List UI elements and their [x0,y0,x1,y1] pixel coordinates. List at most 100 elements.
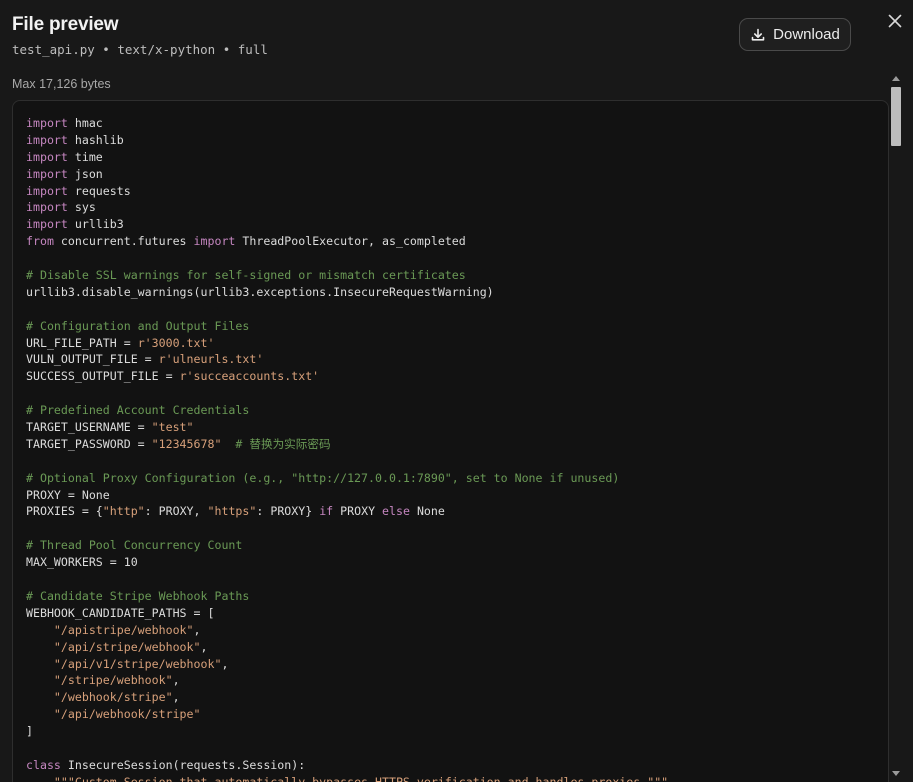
code-token: r'succeaccounts.txt' [179,369,320,384]
code-token: "/api/v1/stripe/webhook" [53,656,222,671]
download-button[interactable]: Download [739,18,851,51]
scrollbar[interactable] [890,76,902,782]
code-line: import hmac [26,115,668,132]
close-button[interactable] [884,12,906,34]
code-content: import hmac import hashlib import time impo… [26,115,668,782]
code-token: MAX_WORKERS = 10 [26,555,138,570]
code-token: import [26,183,68,198]
code-token: "http" [102,504,145,519]
code-token: SUCCESS_OUTPUT_FILE = [26,369,180,384]
code-line: "/api/webhook/stripe" [26,706,668,723]
code-token: urllib3.disable_warnings(urllib3.excepti… [26,284,494,299]
code-token: concurrent.futures [53,234,194,249]
code-line: import sys [26,199,668,216]
scroll-down-arrow-icon[interactable] [892,771,900,776]
code-line: urllib3.disable_warnings(urllib3.excepti… [26,284,668,301]
code-token: ] [26,724,33,739]
code-line: import requests [26,183,668,200]
code-line: import urllib3 [26,216,668,233]
code-token: r'3000.txt' [137,335,215,350]
code-token: PROXY [333,504,383,519]
code-line: PROXY = None [26,487,668,504]
code-line: # Optional Proxy Configuration (e.g., "h… [26,470,668,487]
code-line: # Thread Pool Concurrency Count [26,537,668,554]
code-line: TARGET_PASSWORD = "12345678" # 替换为实际密码 [26,436,668,453]
code-token: "test" [151,420,194,435]
code-line: TARGET_USERNAME = "test" [26,419,668,436]
code-line: """Custom Session that automatically byp… [26,774,668,782]
code-token: , [172,690,180,705]
code-token: hashlib [67,132,124,147]
code-token: # 替换为实际密码 [235,436,331,451]
code-viewer[interactable]: import hmac import hashlib import time impo… [12,100,889,782]
code-token: , [193,622,201,637]
code-token: TARGET_PASSWORD = [26,436,152,451]
code-token: import [26,200,68,215]
code-line: WEBHOOK_CANDIDATE_PATHS = [ [26,605,668,622]
code-token: import [26,166,68,181]
code-token: import [193,234,236,249]
code-line: # Configuration and Output Files [26,318,668,335]
code-line: from concurrent.futures import ThreadPoo… [26,233,668,250]
code-line: PROXIES = {"http": PROXY, "https": PROXY… [26,503,668,520]
code-token: r'ulneurls.txt' [158,352,264,367]
code-line: "/api/stripe/webhook", [26,639,668,656]
code-line: import json [26,166,668,183]
code-token: : PROXY, [144,504,208,519]
file-info-subtitle: test_api.py • text/x-python • full [12,42,268,57]
code-token: else [382,504,410,519]
dialog-title: File preview [12,14,119,35]
code-line: SUCCESS_OUTPUT_FILE = r'succeaccounts.tx… [26,368,668,385]
code-token: , [172,673,180,688]
code-token: None [409,504,445,519]
scrollbar-thumb[interactable] [891,87,901,146]
code-token: """Custom Session that automatically byp… [53,774,669,782]
file-preview-dialog: File preview test_api.py • text/x-python… [0,0,913,782]
code-token: sys [67,200,96,215]
code-line: "/apistripe/webhook", [26,622,668,639]
code-token: # Candidate Stripe Webhook Paths [26,588,250,603]
code-token: from [26,234,54,249]
close-icon [888,14,902,33]
code-line: "/api/v1/stripe/webhook", [26,656,668,673]
code-token: urllib3 [67,217,124,232]
code-line: "/webhook/stripe", [26,689,668,706]
code-token: "/stripe/webhook" [53,673,173,688]
code-line: "/stripe/webhook", [26,672,668,689]
code-token: requests [67,183,131,198]
code-token: "/apistripe/webhook" [53,622,194,637]
code-token: : PROXY} [256,504,320,519]
code-token: , [221,656,229,671]
scroll-up-arrow-icon[interactable] [892,76,900,81]
code-token: time [67,149,103,164]
code-line: URL_FILE_PATH = r'3000.txt' [26,335,668,352]
code-token: import [26,149,68,164]
code-token: json [67,166,103,181]
code-token: URL_FILE_PATH = [26,335,138,350]
code-token: # Predefined Account Credentials [26,403,250,418]
file-size-limit: Max 17,126 bytes [12,77,111,91]
code-line: MAX_WORKERS = 10 [26,554,668,571]
code-token: if [319,504,334,519]
code-token: "/api/webhook/stripe" [53,707,201,722]
code-line: import time [26,149,668,166]
code-token: "12345678" [151,436,222,451]
code-line: import hashlib [26,132,668,149]
download-label: Download [773,26,840,43]
code-token: import [26,217,68,232]
code-token: TARGET_USERNAME = [26,420,152,435]
code-token: class [26,757,61,772]
code-token: # Optional Proxy Configuration (e.g., "h… [26,470,620,485]
code-token: import [26,116,68,130]
